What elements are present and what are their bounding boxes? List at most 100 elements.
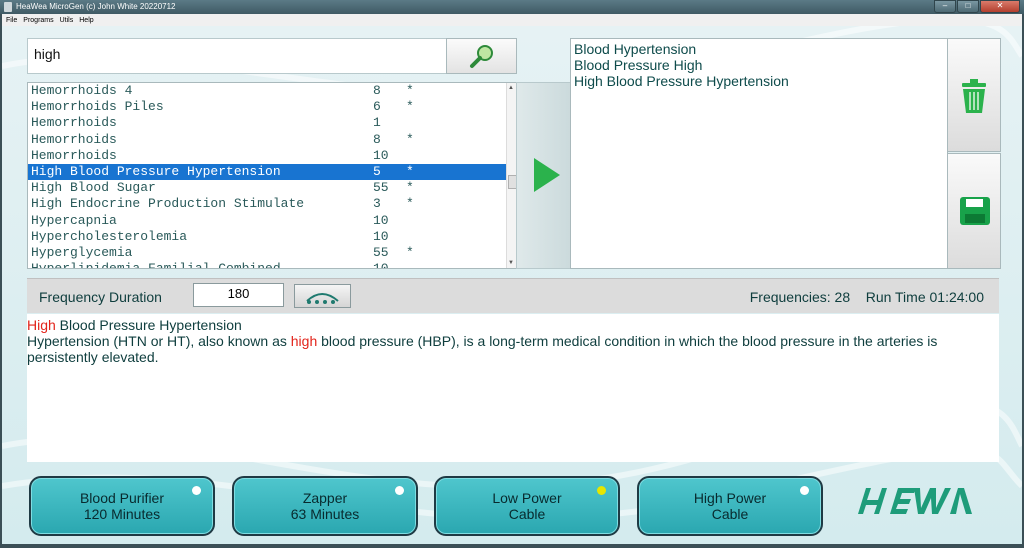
minimize-button[interactable]: –	[934, 0, 956, 13]
list-item-star: *	[406, 163, 414, 179]
frequency-stats: Frequencies: 28 Run Time 01:24:00	[750, 289, 984, 305]
list-item-name: Hypercholesterolemia	[31, 228, 188, 244]
search-icon	[470, 45, 493, 68]
list-item-name: Hemorrhoids	[31, 131, 117, 147]
description-highlight: high	[290, 333, 318, 349]
list-item-star: *	[406, 244, 414, 260]
list-item[interactable]: Hemorrhoids 10	[28, 148, 517, 164]
frequency-duration-input[interactable]: 180	[193, 283, 284, 307]
description-title-highlight: High	[27, 317, 56, 333]
title-bar: HeaWea MicroGen (c) John White 20220712 …	[0, 0, 1024, 14]
program-button-low-power-cable[interactable]: Low Power Cable	[434, 476, 620, 536]
program-list[interactable]: Hemorrhoids 4 8 * Hemorrhoids Piles 6 * Hemorr…	[27, 82, 518, 269]
list-item-count: 10	[373, 212, 389, 228]
list-item[interactable]: Hypercholesterolemia 10	[28, 229, 517, 245]
selected-programs-list[interactable]: Blood Hypertension Blood Pressure High H…	[570, 38, 948, 269]
waves-icon	[306, 293, 339, 304]
list-item[interactable]: Hemorrhoids 4 8 *	[28, 83, 517, 99]
delete-button[interactable]	[947, 38, 1001, 152]
list-item-count: 55	[373, 244, 389, 260]
list-item-count: 3	[373, 196, 381, 212]
frequency-duration-label: Frequency Duration	[39, 289, 162, 305]
list-item-star: *	[406, 83, 414, 98]
list-item-count: 8	[373, 131, 381, 147]
list-item[interactable]: Hyperlipidemia Familial Combined 10	[28, 261, 517, 269]
program-button-zapper[interactable]: Zapper 63 Minutes	[232, 476, 418, 536]
list-item-count: 1	[373, 115, 381, 131]
save-icon	[960, 197, 990, 225]
app-icon	[4, 2, 12, 12]
menu-programs[interactable]: Programs	[23, 17, 53, 24]
list-item-name: Hyperlipidemia Familial Combined	[31, 261, 281, 269]
list-item[interactable]: Hypercapnia 10	[28, 213, 517, 229]
trash-icon	[962, 79, 986, 113]
program-button-label: High Power	[693, 490, 767, 506]
waves-button[interactable]	[294, 284, 351, 308]
list-item-count: 10	[373, 228, 389, 244]
list-item-count: 10	[373, 261, 389, 269]
maximize-button[interactable]: □	[957, 0, 979, 13]
window-controls: – □ ✕	[933, 0, 1020, 13]
list-item-count: 8	[373, 83, 381, 98]
run-time: Run Time 01:24:00	[865, 289, 984, 305]
description-text: Hypertension (HTN or HT), also known as	[27, 333, 291, 349]
list-item-name: Hemorrhoids 4	[31, 83, 133, 98]
list-item[interactable]: High Endocrine Production Stimulate 3 *	[28, 196, 517, 212]
hewea-logo	[858, 488, 972, 514]
scroll-up-icon[interactable]: ▲	[508, 85, 514, 91]
list-item[interactable]: High Blood Pressure Hypertension 5 *	[28, 163, 517, 181]
list-item[interactable]: Hemorrhoids Piles 6 *	[28, 99, 517, 115]
list-item[interactable]: Hemorrhoids 1	[28, 115, 517, 131]
frequencies-count: Frequencies: 28	[749, 289, 851, 305]
menu-bar: File Programs Utils Help	[2, 14, 1022, 26]
menu-utils[interactable]: Utils	[60, 17, 74, 24]
list-item-star: *	[406, 180, 414, 196]
search-button[interactable]	[446, 38, 517, 74]
menu-file[interactable]: File	[6, 17, 17, 24]
list-item[interactable]: Hemorrhoids 8 *	[28, 132, 517, 148]
menu-help[interactable]: Help	[79, 17, 93, 24]
list-item-name: Hemorrhoids Piles	[31, 99, 164, 115]
program-button-label: Zapper	[302, 490, 348, 506]
description-title: High Blood Pressure Hypertension	[27, 317, 242, 333]
selected-program[interactable]: High Blood Pressure Hypertension	[574, 73, 789, 89]
scroll-down-icon[interactable]: ▼	[508, 260, 514, 266]
list-item[interactable]: High Blood Sugar 55 *	[28, 180, 517, 196]
list-item-name: High Blood Pressure Hypertension	[31, 163, 281, 179]
list-item-count: 5	[373, 163, 381, 179]
description-panel: High Blood Pressure Hypertension Hyperte…	[27, 314, 999, 462]
program-button-label: Blood Purifier	[79, 490, 165, 506]
program-button-sublabel: Cable	[711, 506, 749, 522]
program-button-label: Low Power	[492, 490, 562, 506]
list-item-name: High Blood Sugar	[31, 180, 156, 196]
list-item-star: *	[406, 196, 414, 212]
description-title-rest: Blood Pressure Hypertension	[55, 317, 242, 333]
list-item-star: *	[406, 131, 414, 147]
app-area: high Hemorrhoids 4 8 * Hemorrhoids Piles 6 * H…	[2, 26, 1022, 544]
search-value: high	[34, 46, 61, 62]
list-item-name: Hemorrhoids	[31, 115, 117, 131]
selected-program[interactable]: Blood Pressure High	[574, 57, 702, 73]
list-item-name: Hemorrhoids	[31, 147, 117, 163]
program-button-sublabel: 120 Minutes	[83, 506, 161, 522]
list-item-name: Hypercapnia	[31, 212, 117, 228]
search-input[interactable]: high	[27, 38, 447, 74]
list-item-name: High Endocrine Production Stimulate	[31, 196, 305, 212]
list-item-star: *	[406, 99, 414, 115]
list-item[interactable]: Hyperglycemia 55 *	[28, 245, 517, 261]
save-button[interactable]	[947, 153, 1001, 269]
add-program-button[interactable]	[516, 82, 572, 269]
program-button-high-power-cable[interactable]: High Power Cable	[637, 476, 823, 536]
program-button-sublabel: 63 Minutes	[290, 506, 360, 522]
selected-program[interactable]: Blood Hypertension	[574, 41, 696, 57]
program-button-blood-purifier[interactable]: Blood Purifier 120 Minutes	[29, 476, 215, 536]
window-title: HeaWea MicroGen (c) John White 20220712	[16, 2, 176, 11]
list-item-name: Hyperglycemia	[31, 244, 133, 260]
description-body: Hypertension (HTN or HT), also known as …	[27, 333, 992, 365]
list-item-count: 55	[373, 180, 389, 196]
add-arrow-icon	[534, 158, 560, 192]
close-button[interactable]: ✕	[980, 0, 1020, 13]
list-item-count: 6	[373, 99, 381, 115]
program-button-sublabel: Cable	[508, 506, 546, 522]
list-item-count: 10	[373, 147, 389, 163]
